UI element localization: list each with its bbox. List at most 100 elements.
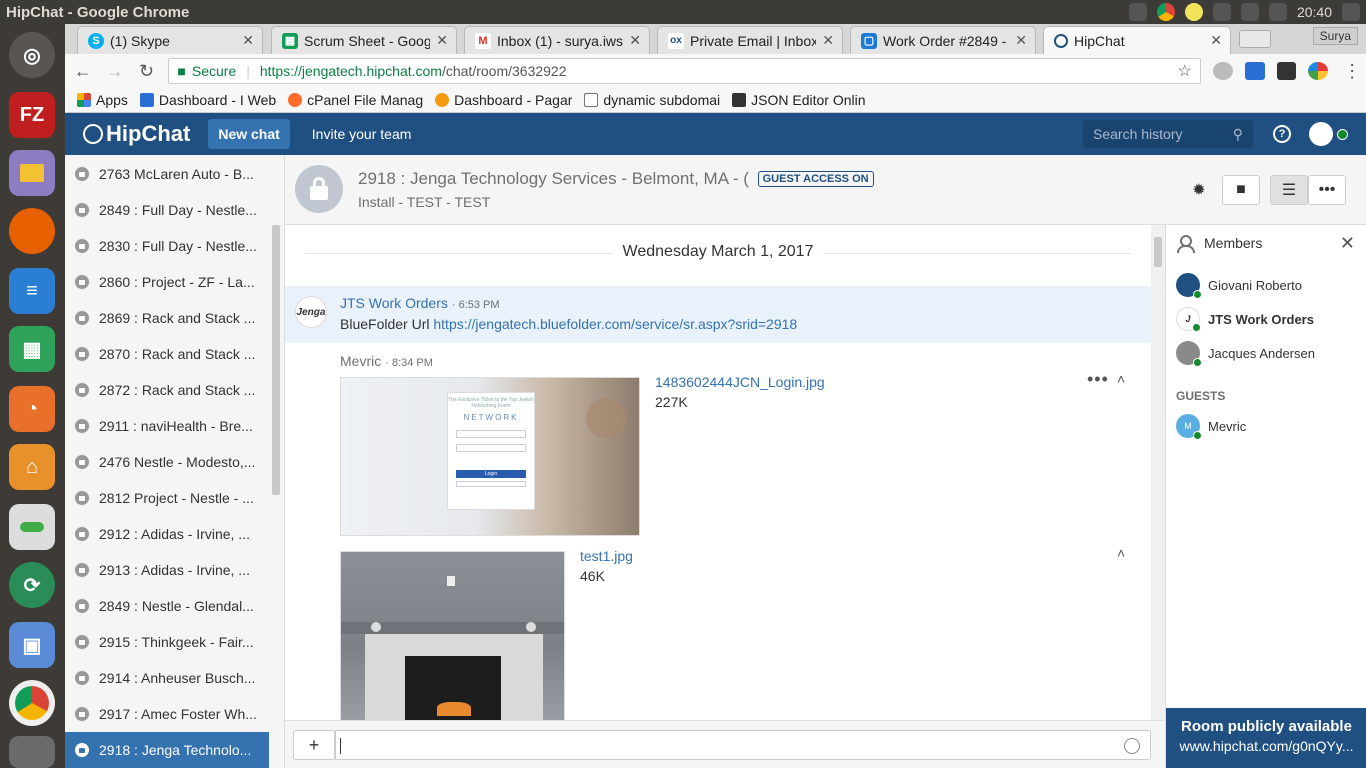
collapse-chevron-icon[interactable]: ˄	[1117, 545, 1125, 561]
room-item[interactable]: 2917 : Amec Foster Wh...	[65, 696, 269, 732]
calc-icon[interactable]: ▦	[9, 326, 55, 372]
chrome-launcher-icon[interactable]	[9, 680, 55, 726]
member-item[interactable]: J JTS Work Orders	[1176, 304, 1361, 334]
filezilla-icon[interactable]: FZ	[9, 92, 55, 138]
attachment-name[interactable]: test1.jpg	[580, 548, 633, 564]
writer-icon[interactable]: ≡	[9, 268, 55, 314]
virtualbox-icon[interactable]: ▣	[9, 622, 55, 668]
ubuntu-dash-icon[interactable]: ◎	[9, 32, 55, 78]
tab-skype[interactable]: S (1) Skype ✕	[77, 26, 263, 54]
impress-icon[interactable]: ◔	[9, 386, 55, 432]
bookmark-cpanel[interactable]: cPanel File Manag	[288, 92, 423, 108]
extension-icon[interactable]	[1212, 62, 1233, 80]
room-item[interactable]: 2872 : Rack and Stack ...	[65, 372, 269, 408]
message-sender[interactable]: Mevric · 8:34 PM	[340, 353, 433, 369]
firefox-icon[interactable]	[9, 208, 55, 254]
reload-icon[interactable]: ↻	[133, 61, 161, 82]
screenshot-extension-icon[interactable]	[1244, 62, 1265, 80]
film-extension-icon[interactable]	[1276, 62, 1297, 80]
clock[interactable]: 20:40	[1297, 4, 1332, 20]
files-icon[interactable]	[9, 150, 55, 196]
system-settings-icon[interactable]	[9, 504, 55, 550]
add-attachment-button[interactable]: +	[293, 730, 335, 760]
chat-scrollbar[interactable]	[1151, 225, 1165, 720]
tab-hipchat[interactable]: HipChat ✕	[1043, 26, 1231, 54]
room-item[interactable]: 2812 Project - Nestle - ...	[65, 480, 269, 516]
close-icon[interactable]: ✕	[242, 32, 254, 49]
public-room-banner[interactable]: Room publicly available www.hipchat.com/…	[1166, 708, 1366, 768]
room-item[interactable]: 2913 : Adidas - Irvine, ...	[65, 552, 269, 588]
room-item-active[interactable]: 2918 : Jenga Technolo...	[65, 732, 269, 768]
new-tab-button[interactable]	[1239, 30, 1271, 48]
tab-gmail-inbox[interactable]: M Inbox (1) - surya.iws@ ✕	[464, 26, 650, 54]
close-icon[interactable]: ✕	[822, 32, 834, 49]
room-item[interactable]: 2763 McLaren Auto - B...	[65, 156, 269, 192]
address-bar[interactable]: ■ Secure | https://jengatech.hipchat.com…	[168, 58, 1201, 84]
bookmark-dashboard-pagar[interactable]: Dashboard - Pagar	[435, 92, 572, 108]
hipchat-logo[interactable]: HipChat	[83, 121, 190, 147]
toggle-sidebar-icon[interactable]: ☰	[1270, 175, 1308, 205]
back-arrow-icon[interactable]: ←	[69, 61, 97, 82]
attachment-thumbnail[interactable]	[340, 551, 565, 720]
room-item[interactable]: 2849 : Nestle - Glendal...	[65, 588, 269, 624]
bookmark-star-icon[interactable]: ☆	[1177, 61, 1191, 81]
close-icon[interactable]: ✕	[436, 32, 448, 49]
room-item[interactable]: 2830 : Full Day - Nestle...	[65, 228, 269, 264]
presence-status-icon[interactable]	[1337, 128, 1348, 140]
room-item[interactable]: 2870 : Rack and Stack ...	[65, 336, 269, 372]
member-item[interactable]: Giovani Roberto	[1176, 270, 1361, 300]
room-item[interactable]: 2476 Nestle - Modesto,...	[65, 444, 269, 480]
software-center-icon[interactable]: ⌂	[9, 444, 55, 490]
avatar[interactable]	[1309, 122, 1333, 146]
public-room-url[interactable]: www.hipchat.com/g0nQYy...	[1166, 738, 1366, 754]
message-input[interactable]	[335, 730, 1151, 760]
bookmark-apps[interactable]: Apps	[77, 92, 128, 108]
more-options-icon[interactable]: •••	[1308, 175, 1346, 205]
color-extension-icon[interactable]	[1308, 62, 1329, 80]
bookmark-json-editor[interactable]: JSON Editor Onlin	[732, 92, 866, 108]
invite-team-link[interactable]: Invite your team	[312, 126, 412, 142]
search-history-input[interactable]: Search history ⚲	[1083, 120, 1253, 148]
notes-tray-icon[interactable]	[1184, 3, 1203, 21]
settings-gear-icon[interactable]	[1342, 3, 1360, 21]
tab-private-email[interactable]: ox Private Email | Inbox ✕	[657, 26, 843, 54]
emoji-icon[interactable]	[1124, 738, 1140, 754]
volume-icon[interactable]	[1268, 3, 1287, 21]
forward-arrow-icon[interactable]: →	[101, 61, 129, 82]
video-call-icon[interactable]: ■	[1222, 175, 1260, 205]
room-item[interactable]: 2911 : naviHealth - Bre...	[65, 408, 269, 444]
tab-work-order[interactable]: ▢ Work Order #2849 - B ✕	[850, 26, 1036, 54]
guest-access-badge[interactable]: GUEST ACCESS ON	[757, 171, 874, 187]
room-title[interactable]: 2918 : Jenga Technology Services - Belmo…	[358, 169, 874, 189]
member-item[interactable]: Jacques Andersen	[1176, 338, 1361, 368]
keyboard-layout-icon[interactable]	[1240, 3, 1259, 21]
profile-chip[interactable]: Surya	[1312, 27, 1358, 45]
close-icon[interactable]: ✕	[1015, 32, 1027, 49]
collapse-chevron-icon[interactable]: ˄	[1117, 371, 1125, 387]
update-manager-icon[interactable]: ⟳	[9, 562, 55, 608]
notifications-bell-icon[interactable]: ✹	[1181, 175, 1217, 205]
attachment-name[interactable]: 1483602444JCN_Login.jpg	[655, 374, 825, 390]
close-icon[interactable]: ✕	[1340, 233, 1355, 254]
more-options-icon[interactable]: •••	[1087, 369, 1109, 390]
room-item[interactable]: 2912 : Adidas - Irvine, ...	[65, 516, 269, 552]
bluefolder-link[interactable]: https://jengatech.bluefolder.com/service…	[433, 316, 797, 332]
trash-icon[interactable]	[9, 736, 55, 768]
message-sender[interactable]: JTS Work Orders · 6:53 PM	[340, 295, 500, 311]
room-list-scrollbar[interactable]	[272, 225, 280, 495]
messaging-icon[interactable]	[1212, 3, 1231, 21]
tab-scrum-sheet[interactable]: ▦ Scrum Sheet - Google ✕	[271, 26, 457, 54]
attachment-thumbnail[interactable]: The Exclusive Ticket to the Top Jewish N…	[340, 377, 640, 536]
bookmark-dynamic-subdomain[interactable]: dynamic subdomai	[584, 92, 720, 108]
close-icon[interactable]: ✕	[1210, 32, 1222, 49]
scrollbar-thumb[interactable]	[1154, 237, 1162, 267]
room-item[interactable]: 2869 : Rack and Stack ...	[65, 300, 269, 336]
chrome-menu-icon[interactable]: ⋮	[1338, 61, 1366, 82]
close-icon[interactable]: ✕	[629, 32, 641, 49]
room-item[interactable]: 2849 : Full Day - Nestle...	[65, 192, 269, 228]
chrome-tray-icon[interactable]	[1156, 3, 1175, 21]
room-item[interactable]: 2860 : Project - ZF - La...	[65, 264, 269, 300]
guest-item[interactable]: M Mevric	[1176, 411, 1361, 441]
avatar[interactable]: Jenga	[295, 296, 327, 328]
bookmark-dashboard-iweb[interactable]: Dashboard - I Web	[139, 92, 276, 108]
